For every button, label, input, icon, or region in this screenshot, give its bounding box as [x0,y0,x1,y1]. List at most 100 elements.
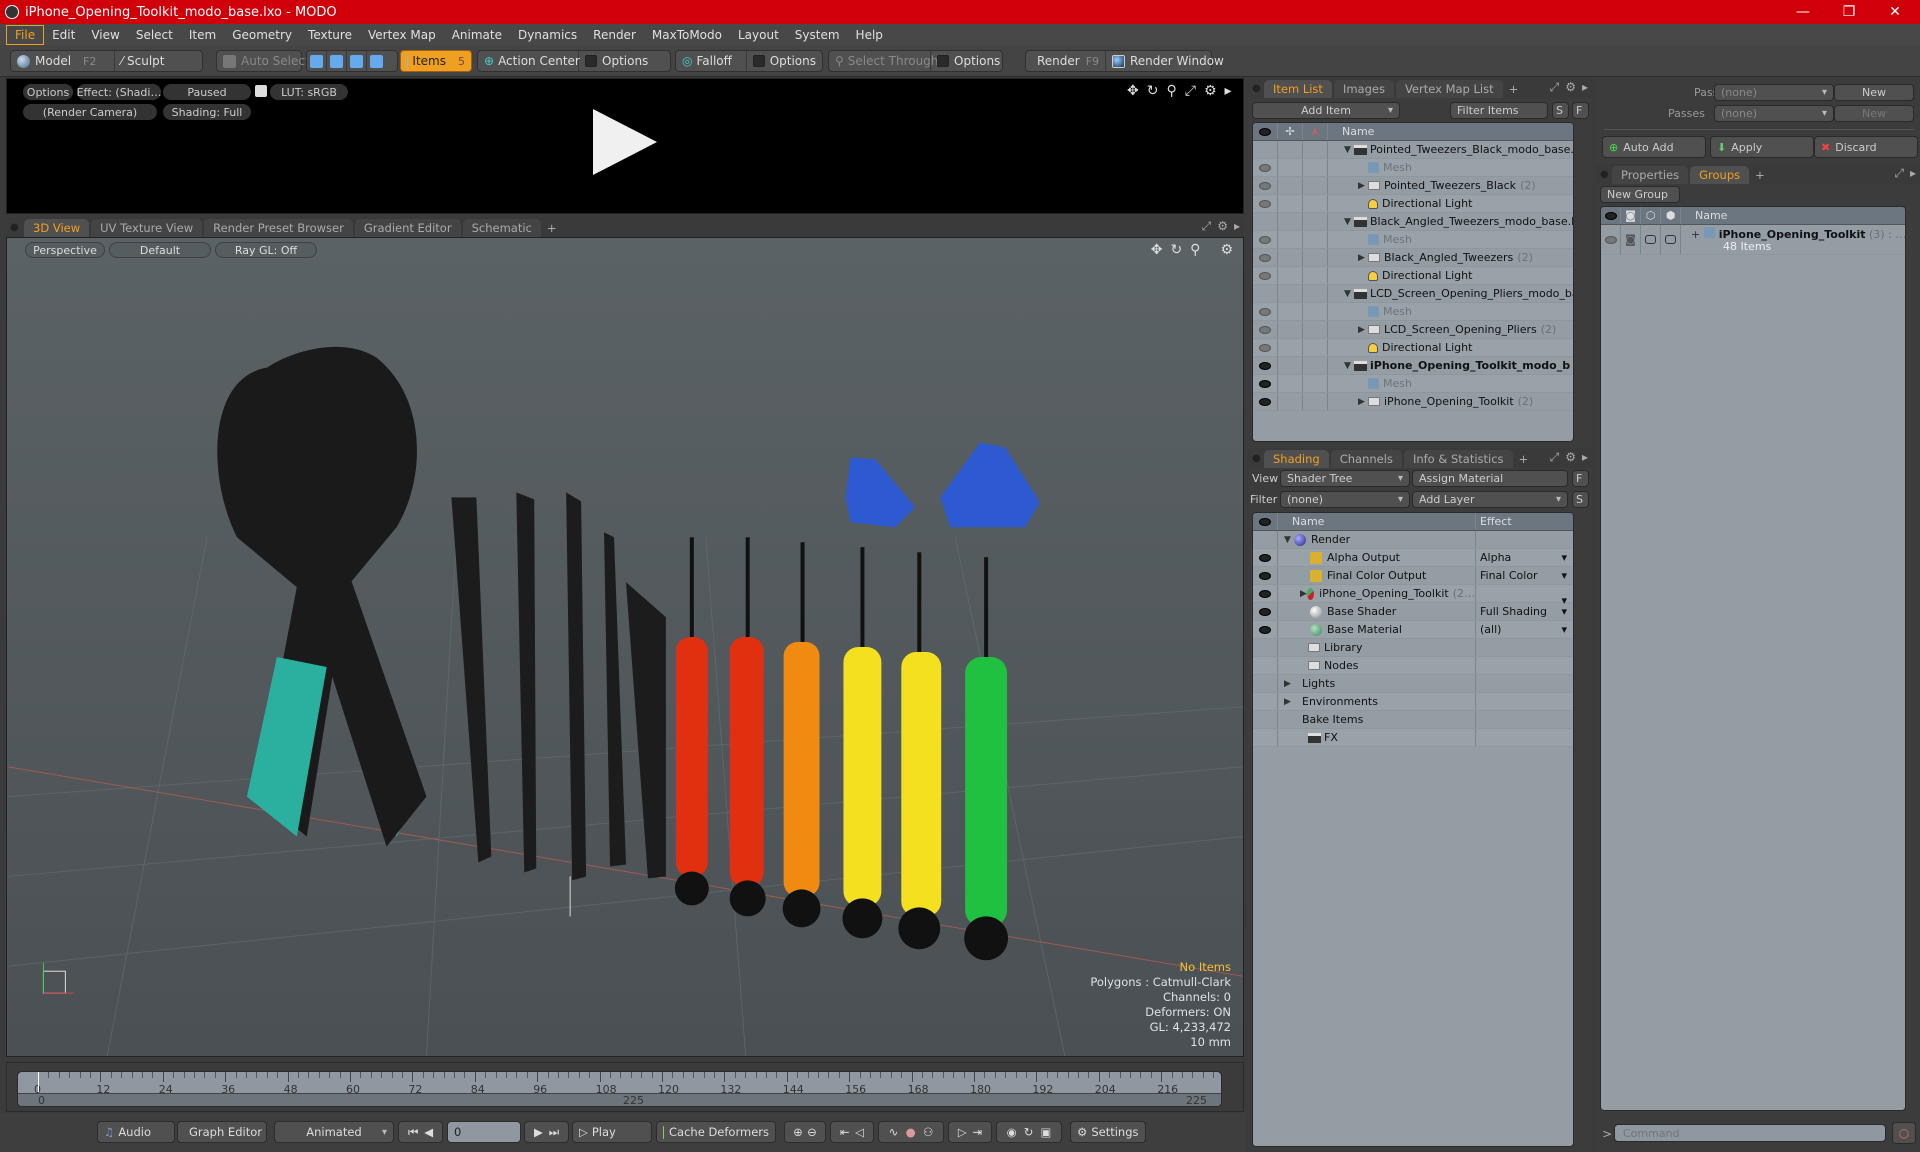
item-row[interactable]: ▼ Black_Angled_Tweezers_modo_base.lxo [1253,213,1573,231]
move-view-icon[interactable]: ✥ [1127,83,1139,99]
lock-cell[interactable] [1278,393,1303,410]
axis-cell[interactable] [1303,285,1328,302]
graph-editor-button[interactable]: Graph Editor [177,1121,267,1143]
lock-cell[interactable] [1278,177,1303,194]
shading-dropdown[interactable]: Shading: Full [163,104,251,120]
new-pass-group-button[interactable]: New [1834,84,1914,101]
tab-properties[interactable]: Properties [1612,166,1689,184]
lock-column-icon[interactable]: ✢ [1278,123,1303,140]
select-vertices-button[interactable] [307,51,327,71]
shader-row[interactable]: ▼ Render [1253,531,1573,549]
visibility-eye-icon[interactable] [1259,343,1271,352]
tab-gradient-editor[interactable]: Gradient Editor [354,219,461,237]
tab-shading[interactable]: Shading [1264,450,1329,468]
expand-arrow-icon[interactable]: ▸ [1582,80,1588,95]
filter-dropdown[interactable]: (none) [1280,491,1410,508]
effect-value[interactable]: (all) [1480,623,1501,636]
item-row[interactable]: Directional Light [1253,195,1573,213]
shader-row[interactable]: Nodes [1253,657,1573,675]
shader-row[interactable]: Bake Items [1253,711,1573,729]
f-button[interactable]: F [1572,470,1589,487]
axis-cell[interactable] [1303,393,1328,410]
expand-arrow-icon[interactable]: ▸ [1225,83,1232,99]
f-button[interactable]: F [1572,102,1589,119]
menu-dynamics[interactable]: Dynamics [510,26,585,44]
record-icon[interactable]: ● [906,1125,916,1139]
axis-cell[interactable] [1303,249,1328,266]
zoom-view-icon[interactable]: ⚲ [1190,242,1200,258]
add-layer-dropdown[interactable]: Add Layer [1412,491,1568,508]
visibility-eye-icon[interactable] [1259,607,1271,616]
axis-cell[interactable] [1303,159,1328,176]
add-tab-button[interactable]: + [543,219,561,237]
key-down-icon[interactable]: ⊖ [807,1125,817,1139]
name-column-header[interactable]: Name [1328,125,1374,138]
visibility-eye-icon[interactable] [1259,571,1271,580]
effect-dropdown-arrow-icon[interactable]: ▾ [1561,551,1567,564]
shader-row[interactable]: ▶ Lights [1253,675,1573,693]
timeline-ruler[interactable]: 0 225 225 012243648607284961081201321441… [17,1071,1222,1107]
falloff-button[interactable]: ◎ Falloff [676,51,747,71]
move-view-icon[interactable]: ✥ [1151,242,1163,258]
visibility-eye-icon[interactable] [1259,181,1271,190]
pause-toggle[interactable]: Paused [163,84,251,100]
frame-input[interactable]: 0 [447,1121,521,1143]
visibility-eye-icon[interactable] [1259,271,1271,280]
menu-geometry[interactable]: Geometry [224,26,300,44]
key-box-icon[interactable]: ▣ [1041,1125,1052,1139]
close-button[interactable]: ✕ [1872,0,1918,24]
visibility-eye-icon[interactable] [1259,625,1271,634]
curve-icon[interactable]: ∿ [889,1125,899,1139]
render-window-button[interactable]: Render Window [1106,51,1230,71]
restore-button[interactable]: ❐ [1826,0,1872,24]
gear-icon[interactable]: ⚙ [1565,80,1576,95]
axis-cell[interactable] [1303,375,1328,392]
shader-row[interactable]: Final Color Output Final Color ▾ [1253,567,1573,585]
select-materials-button[interactable] [367,51,386,71]
axis-cell[interactable] [1303,177,1328,194]
menu-layout[interactable]: Layout [730,26,787,44]
axis-cell[interactable] [1303,303,1328,320]
go-to-start-icon[interactable]: ⏮ [408,1125,418,1140]
item-row[interactable]: Mesh [1253,159,1573,177]
name-column-header[interactable]: Name [1681,209,1727,222]
effect-column-header[interactable]: Effect [1476,515,1512,528]
expand-arrow-icon[interactable]: ▸ [1582,450,1588,465]
expand-triangle-icon[interactable]: ▶ [1358,397,1368,407]
tab-vertex-map-list[interactable]: Vertex Map List [1395,80,1503,98]
maximize-icon[interactable]: ⤢ [1185,83,1196,99]
settings-button[interactable]: ⚙ Settings [1070,1121,1146,1143]
expand-arrow-icon[interactable]: ▸ [1910,166,1916,181]
tree-triangle-icon[interactable]: ▶ [1284,697,1294,707]
menu-maxtomodo[interactable]: MaxToModo [644,26,730,44]
select-through-options-button[interactable]: Options [931,51,1006,71]
add-tab-button[interactable]: + [1515,450,1533,468]
lock-cell[interactable] [1278,159,1303,176]
menu-vertex-map[interactable]: Vertex Map [360,26,444,44]
first-key-icon[interactable]: ⇤ [840,1125,850,1139]
menu-render[interactable]: Render [585,26,644,44]
axis-cell[interactable] [1303,339,1328,356]
auto-add-button[interactable]: ⊕ Auto Add [1602,136,1706,158]
apply-button[interactable]: ⬇ Apply [1710,136,1814,158]
record-macro-button[interactable]: ○ [1892,1122,1916,1144]
preview-options-button[interactable]: Options [23,84,73,100]
axis-cell[interactable] [1303,267,1328,284]
tab-3d-view[interactable]: 3D View [24,219,90,237]
step-back-icon[interactable]: ◀ [424,1125,433,1139]
shader-row[interactable]: Alpha Output Alpha ▾ [1253,549,1573,567]
tab-info-statistics[interactable]: Info & Statistics [1403,450,1513,468]
item-row[interactable]: ▶ LCD_Screen_Opening_Pliers (2) [1253,321,1573,339]
action-center-options-button[interactable]: Options [579,51,654,71]
playhead[interactable] [38,1072,39,1092]
zoom-view-icon[interactable]: ⚲ [1166,83,1176,99]
group-row[interactable]: ◙ + iPhone_Opening_Toolkit (3) : … 48 It… [1601,225,1905,255]
tab-item-list[interactable]: Item List [1264,80,1332,98]
effect-dropdown-arrow-icon[interactable]: ▾ [1561,605,1567,618]
menu-item[interactable]: Item [181,26,224,44]
visibility-eye-icon[interactable] [1259,379,1271,388]
gear-icon[interactable]: ⚙ [1565,450,1576,465]
visibility-eye-icon[interactable] [1259,253,1271,262]
maximize-icon[interactable]: ⤢ [1550,450,1560,465]
passes-dropdown[interactable]: (none) [1714,105,1834,122]
